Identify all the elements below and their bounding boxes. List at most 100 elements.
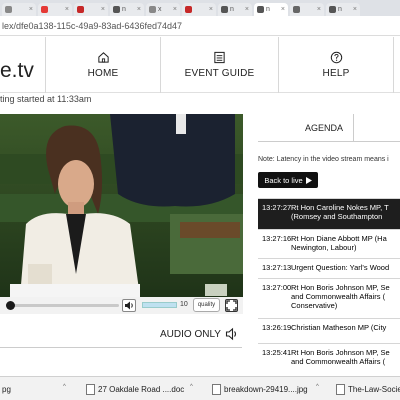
browser-tab[interactable]: n × <box>254 3 288 16</box>
quality-label: quality <box>197 302 216 308</box>
close-icon[interactable]: × <box>353 6 357 13</box>
browser-tab[interactable]: × <box>290 3 324 16</box>
player-controls: 10 quality <box>0 297 243 314</box>
address-bar[interactable]: lex/dfe0a138-115c-49a9-83ad-6436fed74d47 <box>0 16 400 36</box>
browser-tab[interactable]: n × <box>326 3 360 16</box>
audio-only-button[interactable]: AUDIO ONLY <box>160 324 242 344</box>
download-filename: pg <box>2 384 11 394</box>
tab-favicon <box>293 6 300 13</box>
close-icon[interactable]: × <box>65 6 69 13</box>
tab-favicon <box>149 6 156 13</box>
file-icon <box>336 383 345 395</box>
close-icon[interactable]: × <box>173 6 177 13</box>
agenda-time: 13:26:19 <box>262 323 292 332</box>
agenda-desc: Rt Hon Boris Johnson MP, Se and Commonwe… <box>291 348 390 366</box>
tab-agenda[interactable]: AGENDA <box>258 114 400 142</box>
tab-favicon <box>185 6 192 13</box>
tab-favicon <box>5 6 12 13</box>
nav-home[interactable]: HOME <box>45 37 160 93</box>
meeting-start-line: ting started at 11:33am <box>0 94 92 104</box>
agenda-desc: Rt Hon Caroline Nokes MP, T (Romsey and … <box>291 203 389 221</box>
agenda-desc: Christian Matheson MP (City <box>291 323 387 332</box>
browser-tab[interactable]: n × <box>218 3 252 16</box>
seek-bar[interactable] <box>12 304 119 307</box>
browser-tab-strip: × × × n × x × × n × n × × n × <box>0 0 400 16</box>
fullscreen-icon <box>226 300 237 311</box>
download-item[interactable]: The-Law-Societ <box>336 381 400 397</box>
browser-tab[interactable]: × <box>182 3 216 16</box>
agenda-item[interactable]: 13:26:19 Christian Matheson MP (City <box>258 318 400 343</box>
browser-tab[interactable]: n × <box>110 3 144 16</box>
browser-tab[interactable]: × <box>74 3 108 16</box>
video-player[interactable] <box>0 114 243 297</box>
agenda-desc: Rt Hon Boris Johnson MP, Se and Commonwe… <box>291 283 390 310</box>
close-icon[interactable]: × <box>245 6 249 13</box>
agenda-item[interactable]: 13:27:27 Rt Hon Caroline Nokes MP, T (Ro… <box>258 198 400 229</box>
quality-button[interactable]: quality <box>193 298 220 312</box>
divider <box>0 347 242 348</box>
volume-value: 10 <box>180 301 188 308</box>
volume-slider[interactable] <box>142 302 177 308</box>
nav-help[interactable]: HELP <box>278 37 394 93</box>
play-icon <box>305 176 312 184</box>
agenda-time: 13:27:00 <box>262 283 292 292</box>
close-icon[interactable]: × <box>209 6 213 13</box>
nav-home-label: HOME <box>87 68 119 79</box>
mute-button[interactable] <box>122 299 136 312</box>
agenda-desc: Urgent Question: Yarl's Wood <box>291 263 390 272</box>
downloads-bar: pg ^ 27 Oakdale Road ....doc ^ breakdown… <box>0 376 400 400</box>
tab-divider <box>353 114 354 142</box>
download-filename: 27 Oakdale Road ....doc <box>98 384 185 394</box>
back-to-live-label: Back to live <box>264 175 303 185</box>
home-icon <box>97 52 109 63</box>
tab-agenda-label: AGENDA <box>305 123 344 133</box>
download-filename: breakdown-29419....jpg <box>224 384 308 394</box>
tab-label: n <box>122 6 126 13</box>
seek-handle[interactable] <box>6 301 15 310</box>
download-filename: The-Law-Societ <box>348 384 400 394</box>
tab-label: n <box>230 6 234 13</box>
url-text[interactable]: lex/dfe0a138-115c-49a9-83ad-6436fed74d47 <box>2 21 182 31</box>
agenda-time: 13:25:41 <box>262 348 292 357</box>
speaker-icon <box>225 327 236 341</box>
agenda-list: 13:27:27 Rt Hon Caroline Nokes MP, T (Ro… <box>258 198 400 373</box>
tab-label: n <box>338 6 342 13</box>
close-icon[interactable]: × <box>317 6 321 13</box>
close-icon[interactable]: × <box>29 6 33 13</box>
browser-tab[interactable]: x × <box>146 3 180 16</box>
download-item[interactable]: 27 Oakdale Road ....doc <box>86 381 184 397</box>
agenda-panel: AGENDA Note: Latency in the video stream… <box>258 114 400 376</box>
tab-favicon <box>41 6 48 13</box>
agenda-desc: Rt Hon Diane Abbott MP (Ha Newington, La… <box>291 234 387 252</box>
agenda-time: 13:27:13 <box>262 263 292 272</box>
chevron-up-icon[interactable]: ^ <box>316 384 319 390</box>
site-logo[interactable]: e.tv <box>0 59 34 83</box>
nav-event-guide-label: EVENT GUIDE <box>184 68 255 79</box>
nav-help-label: HELP <box>322 68 350 79</box>
browser-tab[interactable]: × <box>2 3 36 16</box>
speaker-icon <box>125 301 133 310</box>
event-guide-icon <box>214 51 225 64</box>
agenda-item[interactable]: 13:27:16 Rt Hon Diane Abbott MP (Ha Newi… <box>258 229 400 258</box>
chevron-up-icon[interactable]: ^ <box>190 384 193 390</box>
close-icon[interactable]: × <box>101 6 105 13</box>
close-icon[interactable]: × <box>137 6 141 13</box>
audio-only-label: AUDIO ONLY <box>160 328 221 340</box>
tab-favicon <box>113 6 120 13</box>
download-item[interactable]: pg <box>2 381 11 397</box>
nav-event-guide[interactable]: EVENT GUIDE <box>160 37 278 93</box>
close-icon[interactable]: × <box>281 6 285 13</box>
agenda-item[interactable]: 13:25:41 Rt Hon Boris Johnson MP, Se and… <box>258 343 400 373</box>
back-to-live-button[interactable]: Back to live <box>258 172 318 188</box>
agenda-item[interactable]: 13:27:13 Urgent Question: Yarl's Wood <box>258 258 400 278</box>
chevron-up-icon[interactable]: ^ <box>63 384 66 390</box>
agenda-item[interactable]: 13:27:00 Rt Hon Boris Johnson MP, Se and… <box>258 278 400 318</box>
agenda-time: 13:27:16 <box>262 234 292 243</box>
fullscreen-button[interactable] <box>225 299 238 312</box>
latency-note: Note: Latency in the video stream means … <box>258 156 389 163</box>
download-item[interactable]: breakdown-29419....jpg <box>212 381 308 397</box>
help-icon <box>330 51 342 64</box>
browser-tab[interactable]: × <box>38 3 72 16</box>
image-file-icon <box>212 383 221 395</box>
tab-favicon <box>329 6 336 13</box>
